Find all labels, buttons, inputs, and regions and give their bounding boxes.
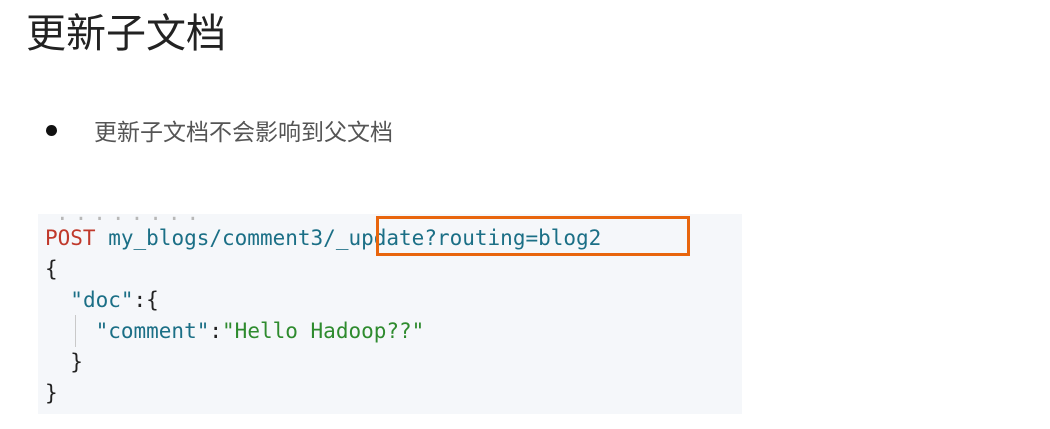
doc-colon-brace: :{ [133, 288, 159, 312]
code-line-open-brace: { [45, 254, 58, 285]
code-line-inner-close: } [45, 347, 83, 378]
code-line-comment: "comment":"Hello Hadoop??" [45, 316, 425, 347]
page-title: 更新子文档 [26, 11, 226, 57]
request-path-prefix: my_blogs/comment3/ [108, 226, 336, 250]
code-line-request: POST my_blogs/comment3/_update?routing=b… [45, 223, 601, 254]
bullet-dot-icon [46, 124, 57, 136]
bullet-list-item: 更新子文档不会影响到父文档 [46, 112, 393, 148]
http-method: POST [45, 226, 96, 250]
request-path-highlight: _update?routing=blog2 [335, 226, 602, 250]
comment-key: "comment" [95, 319, 210, 343]
code-block: ........ POST my_blogs/comment3/_update?… [38, 214, 742, 414]
open-brace: { [45, 257, 58, 281]
code-line-doc: "doc":{ [45, 285, 159, 316]
code-line-outer-close: } [45, 378, 58, 409]
code-cut-off-line: ........ [56, 214, 205, 221]
comment-colon: : [209, 319, 223, 343]
bullet-text: 更新子文档不会影响到父文档 [94, 120, 393, 146]
comment-value: "Hello Hadoop??" [222, 319, 425, 343]
outer-close-brace: } [45, 381, 58, 405]
inner-close-brace: } [70, 350, 83, 374]
doc-key: "doc" [70, 288, 134, 312]
